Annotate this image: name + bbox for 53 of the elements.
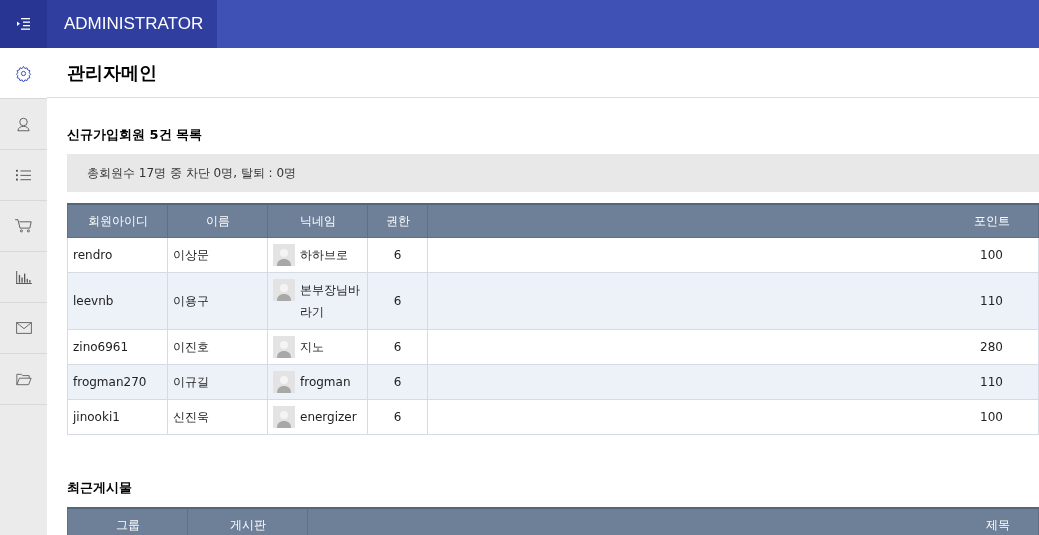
nickname: 하하브로 — [300, 247, 349, 264]
nickname: 본부장님바라기 — [300, 282, 361, 321]
table-cell: leevnb — [67, 272, 168, 330]
table-cell: 100 — [427, 399, 1039, 435]
column-header: 그룹 — [67, 508, 188, 535]
member-summary: 총회원수 17명 중 차단 0명, 탈퇴 : 0명 — [67, 154, 1039, 192]
table-cell: zino6961 — [67, 329, 168, 365]
sidebar-item[interactable] — [0, 48, 47, 99]
nickname: 지노 — [300, 339, 325, 356]
table-cell: 6 — [367, 272, 428, 330]
cart-icon — [15, 219, 32, 233]
user-icon — [16, 116, 31, 132]
table-cell: 110 — [427, 364, 1039, 400]
avatar-icon — [273, 406, 295, 428]
table-cell: jinooki1 — [67, 399, 168, 435]
table-cell: 6 — [367, 399, 428, 435]
table-cell: rendro — [67, 237, 168, 273]
column-header: 제목 — [307, 508, 1039, 535]
table-cell: 100 — [427, 237, 1039, 273]
menu-icon — [17, 18, 30, 30]
table-cell: 이진호 — [167, 329, 268, 365]
table-cell: 280 — [427, 329, 1039, 365]
table-cell: 110 — [427, 272, 1039, 330]
menu-button[interactable] — [0, 0, 47, 48]
avatar-icon — [273, 279, 295, 301]
section-title: 최근게시물 — [67, 479, 133, 497]
avatar-icon — [273, 244, 295, 266]
table-cell: 이상문 — [167, 237, 268, 273]
nickname: frogman — [300, 374, 352, 391]
page-title: 관리자메인 — [47, 48, 1039, 98]
column-header: 권한 — [367, 204, 428, 238]
column-header: 회원아이디 — [67, 204, 168, 238]
column-header: 닉네임 — [267, 204, 368, 238]
column-header: 게시판 — [187, 508, 308, 535]
column-header: 포인트 — [427, 204, 1039, 238]
table-cell: 이규길 — [167, 364, 268, 400]
folder-icon — [15, 372, 32, 386]
bar-chart-icon — [15, 270, 32, 284]
table-cell: 6 — [367, 237, 428, 273]
brand-title: ADMINISTRATOR — [47, 0, 217, 48]
nickname: energizer — [300, 409, 358, 426]
avatar-icon — [273, 371, 295, 393]
mail-icon — [15, 322, 32, 334]
avatar-icon — [273, 336, 295, 358]
settings-icon — [15, 64, 32, 82]
column-header: 이름 — [167, 204, 268, 238]
table-cell: 6 — [367, 364, 428, 400]
list-icon — [16, 168, 31, 182]
table-cell: 6 — [367, 329, 428, 365]
table-cell: frogman270 — [67, 364, 168, 400]
table-cell: 이용구 — [167, 272, 268, 330]
section-title: 신규가입회원 5건 목록 — [67, 126, 204, 144]
table-cell: 신진욱 — [167, 399, 268, 435]
